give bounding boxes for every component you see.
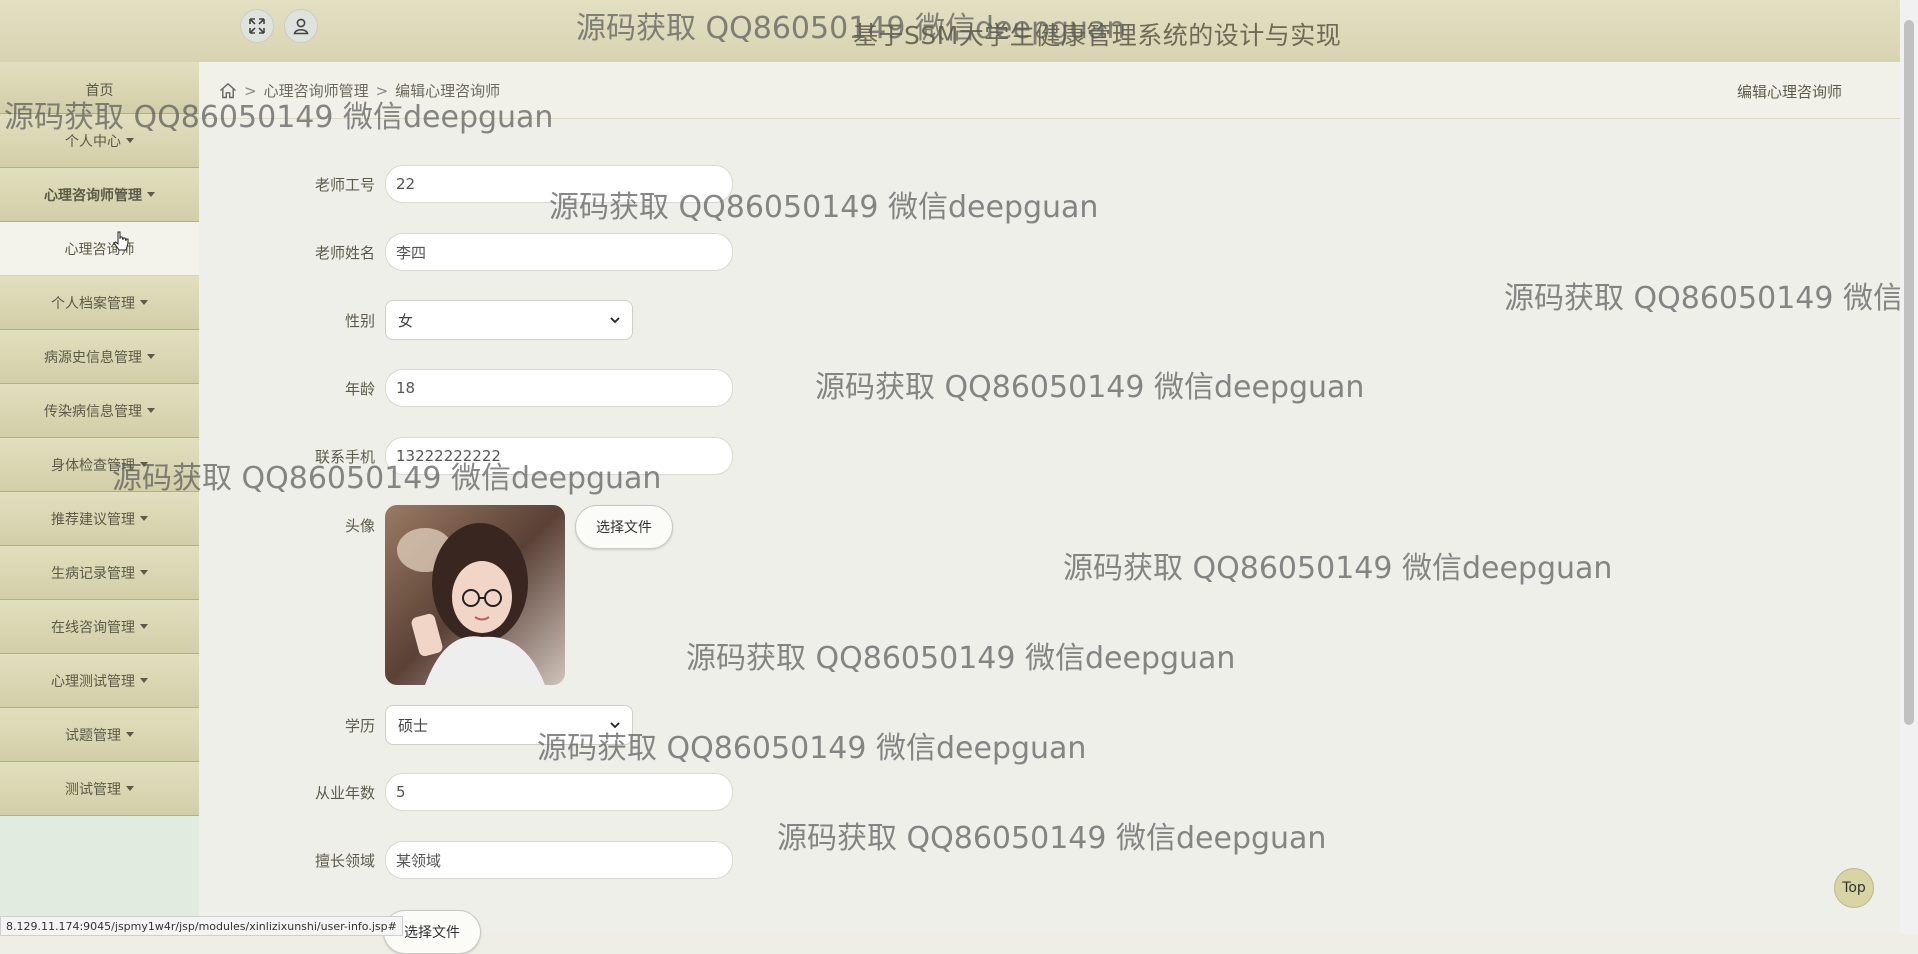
sidebar: 首页 个人中心 心理咨询师管理 心理咨询师 个人档案管理 病源史信息管理 传染病… bbox=[0, 62, 199, 934]
form-row-phone: 联系手机 13222222222 bbox=[199, 437, 733, 475]
sidebar-item-test-mgmt[interactable]: 测试管理 bbox=[0, 762, 199, 816]
mouse-cursor-icon bbox=[114, 231, 129, 251]
caret-down-icon bbox=[126, 138, 134, 143]
user-icon bbox=[293, 18, 309, 35]
form-row-gender: 性别 女 bbox=[199, 300, 633, 340]
caret-down-icon bbox=[147, 408, 155, 413]
sidebar-item-checkup-mgmt[interactable]: 身体检查管理 bbox=[0, 438, 199, 492]
breadcrumb: > 心理咨询师管理 > 编辑心理咨询师 bbox=[219, 80, 500, 101]
form-row-teacher-name: 老师姓名 李四 bbox=[199, 233, 733, 271]
breadcrumb-counselor-mgmt[interactable]: 心理咨询师管理 bbox=[264, 80, 369, 101]
caret-down-icon bbox=[140, 300, 148, 305]
phone-label: 联系手机 bbox=[314, 447, 375, 466]
form-row-age: 年龄 18 bbox=[199, 369, 733, 407]
avatar-label: 头像 bbox=[344, 517, 375, 535]
form-row-teacher-no: 老师工号 22 bbox=[199, 165, 733, 203]
chevron-down-icon bbox=[610, 722, 620, 729]
sidebar-item-label: 心理咨询师管理 bbox=[44, 187, 142, 204]
form-row-years: 从业年数 5 bbox=[199, 773, 733, 811]
breadcrumb-current: 编辑心理咨询师 bbox=[395, 82, 501, 100]
teacher-no-label: 老师工号 bbox=[314, 175, 375, 194]
education-selected-value: 硕士 bbox=[398, 716, 429, 735]
scrollbar-thumb[interactable] bbox=[1904, 20, 1914, 725]
sidebar-item-label: 测试管理 bbox=[65, 781, 121, 798]
caret-down-icon bbox=[147, 354, 155, 359]
avatar-choose-file-button[interactable]: 选择文件 bbox=[575, 505, 673, 549]
caret-down-icon bbox=[126, 786, 134, 791]
browser-status-url: 8.129.11.174:9045/jspmy1w4r/jsp/modules/… bbox=[0, 916, 403, 936]
teacher-name-label: 老师姓名 bbox=[314, 243, 375, 262]
age-label: 年龄 bbox=[344, 379, 375, 398]
page-scrollbar[interactable] bbox=[1900, 0, 1918, 934]
caret-down-icon bbox=[147, 192, 155, 197]
main-content: > 心理咨询师管理 > 编辑心理咨询师 编辑心理咨询师 老师工号 22 老师姓名… bbox=[199, 62, 1900, 954]
breadcrumb-bar: > 心理咨询师管理 > 编辑心理咨询师 编辑心理咨询师 bbox=[199, 62, 1900, 119]
sidebar-item-home[interactable]: 首页 bbox=[0, 62, 199, 114]
gender-selected-value: 女 bbox=[398, 311, 414, 330]
fullscreen-button[interactable] bbox=[240, 9, 274, 43]
field-label: 擅长领域 bbox=[314, 851, 375, 870]
home-icon[interactable] bbox=[219, 82, 237, 99]
chevron-down-icon bbox=[610, 317, 620, 324]
sidebar-item-label: 在线咨询管理 bbox=[51, 619, 135, 636]
expand-arrows-icon bbox=[249, 18, 265, 34]
sidebar-item-label: 试题管理 bbox=[65, 727, 121, 744]
breadcrumb-separator: > bbox=[244, 81, 257, 100]
sidebar-item-label: 个人档案管理 bbox=[51, 295, 135, 312]
caret-down-icon bbox=[140, 570, 148, 575]
form-row-avatar: 头像 选择文件 bbox=[199, 505, 673, 685]
sidebar-item-label: 心理测试管理 bbox=[51, 673, 135, 690]
teacher-no-input[interactable]: 22 bbox=[385, 165, 733, 203]
years-label: 从业年数 bbox=[314, 783, 375, 802]
sidebar-item-online-consult-mgmt[interactable]: 在线咨询管理 bbox=[0, 600, 199, 654]
sidebar-item-psych-test-mgmt[interactable]: 心理测试管理 bbox=[0, 654, 199, 708]
sidebar-item-counselor-mgmt[interactable]: 心理咨询师管理 bbox=[0, 168, 199, 222]
top-header: 基于SSM大学生健康管理系统的设计与实现 bbox=[0, 0, 1900, 63]
site-title: 基于SSM大学生健康管理系统的设计与实现 bbox=[853, 21, 1342, 50]
sidebar-subitem-counselor[interactable]: 心理咨询师 bbox=[0, 222, 199, 276]
form-row-field: 擅长领域 某领域 bbox=[199, 841, 733, 879]
caret-down-icon bbox=[140, 678, 148, 683]
sidebar-item-infectious-mgmt[interactable]: 传染病信息管理 bbox=[0, 384, 199, 438]
sidebar-item-history-mgmt[interactable]: 病源史信息管理 bbox=[0, 330, 199, 384]
gender-label: 性别 bbox=[344, 311, 375, 330]
page-title: 编辑心理咨询师 bbox=[1736, 83, 1842, 101]
sidebar-item-profile-mgmt[interactable]: 个人档案管理 bbox=[0, 276, 199, 330]
breadcrumb-separator: > bbox=[375, 81, 389, 100]
education-select[interactable]: 硕士 bbox=[385, 705, 633, 745]
field-input[interactable]: 某领域 bbox=[385, 841, 733, 879]
avatar-image bbox=[385, 505, 565, 685]
caret-down-icon bbox=[140, 516, 148, 521]
years-input[interactable]: 5 bbox=[385, 773, 733, 811]
sidebar-item-question-mgmt[interactable]: 试题管理 bbox=[0, 708, 199, 762]
sidebar-item-label: 传染病信息管理 bbox=[44, 403, 142, 420]
sidebar-item-advice-mgmt[interactable]: 推荐建议管理 bbox=[0, 492, 199, 546]
teacher-name-input[interactable]: 李四 bbox=[385, 233, 733, 271]
sidebar-item-personal-center[interactable]: 个人中心 bbox=[0, 114, 199, 168]
caret-down-icon bbox=[140, 462, 148, 467]
caret-down-icon bbox=[126, 732, 134, 737]
sidebar-item-label: 病源史信息管理 bbox=[44, 349, 142, 366]
back-to-top-button[interactable]: Top bbox=[1834, 868, 1874, 908]
phone-input[interactable]: 13222222222 bbox=[385, 437, 733, 475]
form-row-education: 学历 硕士 bbox=[199, 705, 633, 745]
sidebar-item-label: 生病记录管理 bbox=[51, 565, 135, 582]
gender-select[interactable]: 女 bbox=[385, 300, 633, 340]
sidebar-item-label: 身体检查管理 bbox=[51, 457, 135, 474]
sidebar-item-illness-mgmt[interactable]: 生病记录管理 bbox=[0, 546, 199, 600]
education-label: 学历 bbox=[344, 716, 375, 735]
age-input[interactable]: 18 bbox=[385, 369, 733, 407]
sidebar-item-label: 个人中心 bbox=[65, 133, 121, 150]
sidebar-item-label: 推荐建议管理 bbox=[51, 511, 135, 528]
caret-down-icon bbox=[140, 624, 148, 629]
user-button[interactable] bbox=[284, 9, 318, 43]
